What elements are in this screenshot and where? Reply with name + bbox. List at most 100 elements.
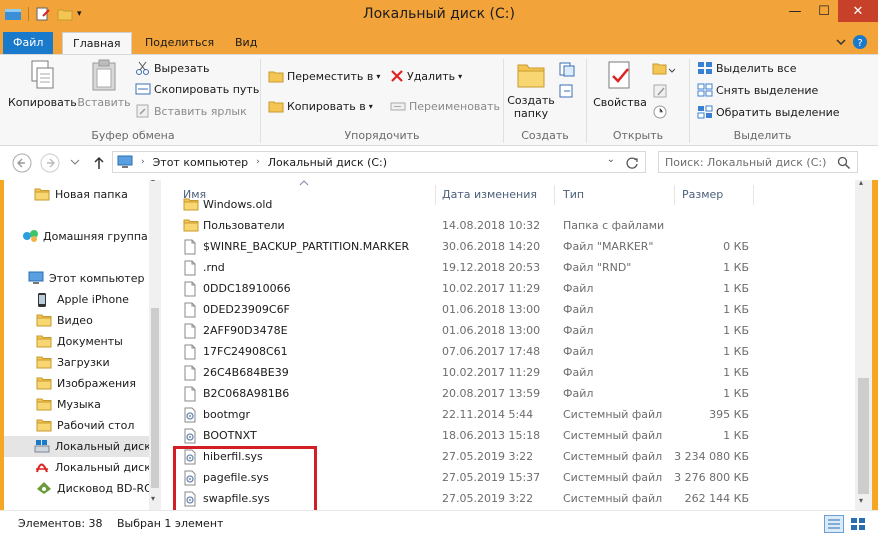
file-type: Файл xyxy=(563,303,594,316)
tab-view[interactable]: Вид xyxy=(225,32,267,54)
copy-path-button[interactable]: Скопировать путь xyxy=(135,82,259,96)
nav-pane-scrollbar[interactable]: ▴ ▾ xyxy=(149,180,161,510)
nav-item[interactable]: Документы xyxy=(4,331,149,352)
file-row[interactable]: .rnd 19.12.2018 20:53 Файл "RND" 1 КБ xyxy=(161,257,855,278)
minimize-button[interactable]: — xyxy=(780,0,810,22)
file-scroll-thumb[interactable] xyxy=(858,378,869,494)
back-arrow-icon[interactable] xyxy=(12,153,32,173)
file-row[interactable]: Пользователи 14.08.2018 10:32 Папка с файл… xyxy=(161,215,855,236)
nav-item[interactable]: Новая папка xyxy=(4,184,149,205)
ribbon: Копировать Вставить Вырезать Скопировать… xyxy=(0,54,878,146)
file-row[interactable]: BOOTNXT 18.06.2013 15:18 Системный файл 1 К… xyxy=(161,425,855,446)
file-row[interactable]: Windows.old xyxy=(161,194,855,215)
select-none-label: Снять выделение xyxy=(716,83,819,97)
file-type: Системный файл xyxy=(563,408,663,421)
move-to-button[interactable]: Переместить в ▾ xyxy=(268,69,380,83)
search-icon[interactable] xyxy=(837,156,851,170)
invert-selection-button[interactable]: Обратить выделение xyxy=(697,105,840,119)
scroll-down-icon[interactable]: ▾ xyxy=(859,496,863,505)
breadcrumb-this-pc[interactable]: Этот компьютер xyxy=(153,156,249,169)
file-row[interactable]: 0DED23909C6F 01.06.2018 13:00 Файл 1 КБ xyxy=(161,299,855,320)
file-name: $WINRE_BACKUP_PARTITION.MARKER xyxy=(203,240,410,253)
nav-item[interactable]: Домашняя группа xyxy=(4,226,149,247)
folder-icon xyxy=(36,376,52,393)
details-view-icon[interactable] xyxy=(824,515,844,533)
easy-access-icon[interactable] xyxy=(558,83,580,99)
cut-label: Вырезать xyxy=(154,61,210,75)
folder-icon xyxy=(36,397,52,414)
refresh-icon[interactable] xyxy=(625,156,639,170)
scroll-up-icon[interactable]: ▴ xyxy=(151,180,159,183)
new-folder-button[interactable]: Создать папку xyxy=(506,59,556,120)
file-row[interactable]: B2C068A981B6 20.08.2017 13:59 Файл 1 КБ xyxy=(161,383,855,404)
nav-item[interactable]: Видео xyxy=(4,310,149,331)
up-arrow-icon[interactable] xyxy=(92,155,106,171)
select-all-button[interactable]: Выделить все xyxy=(697,61,796,75)
file-row[interactable]: bootmgr 22.11.2014 5:44 Системный файл 395 … xyxy=(161,404,855,425)
address-bar[interactable]: › Этот компьютер › Локальный диск (C:) ⌄ xyxy=(112,151,646,173)
cut-button[interactable]: Вырезать xyxy=(135,61,209,75)
delete-button[interactable]: Удалить ▾ xyxy=(390,69,462,83)
close-button[interactable]: ✕ xyxy=(838,0,878,22)
folder-icon xyxy=(36,418,52,435)
help-icon[interactable]: ? xyxy=(852,34,868,50)
nav-item[interactable]: Загрузки xyxy=(4,352,149,373)
file-icon xyxy=(183,386,197,405)
status-bar: Элементов: 38 Выбран 1 элемент xyxy=(0,510,878,539)
new-item-icon[interactable] xyxy=(558,61,580,77)
edit-icon[interactable] xyxy=(652,83,670,99)
file-row[interactable]: 2AFF90D3478E 01.06.2018 13:00 Файл 1 КБ xyxy=(161,320,855,341)
file-size: 1 КБ xyxy=(723,282,749,295)
chevron-down-icon[interactable] xyxy=(834,36,848,48)
select-none-button[interactable]: Снять выделение xyxy=(697,83,818,97)
copy-to-button[interactable]: Копировать в ▾ xyxy=(268,99,373,113)
file-row[interactable]: $WINRE_BACKUP_PARTITION.MARKER 30.06.2018… xyxy=(161,236,855,257)
search-input[interactable]: Поиск: Локальный диск (C:) xyxy=(658,151,858,173)
nav-item[interactable]: Изображения xyxy=(4,373,149,394)
nav-item[interactable]: Локальный диск xyxy=(4,436,151,457)
nav-item-label: Домашняя группа xyxy=(43,230,148,243)
paste-shortcut-button[interactable]: Вставить ярлык xyxy=(135,104,247,118)
dropdown-arrow-icon: ▾ xyxy=(368,101,373,111)
tab-home[interactable]: Главная xyxy=(62,32,132,54)
nav-item[interactable]: Этот компьютер xyxy=(4,268,149,289)
nav-scroll-thumb[interactable] xyxy=(151,308,159,488)
nav-item-label: Загрузки xyxy=(57,356,110,369)
open-icon[interactable] xyxy=(652,61,682,77)
forward-arrow-icon[interactable] xyxy=(40,153,60,173)
large-icons-view-icon[interactable] xyxy=(848,515,868,533)
copy-button[interactable]: Копировать xyxy=(8,59,77,109)
scroll-up-icon[interactable]: ▴ xyxy=(859,178,863,187)
navigation-pane: Новая папка Домашняя группа Этот компьютер… xyxy=(4,180,161,510)
file-row[interactable]: 26C4B684BE39 10.02.2017 11:29 Файл 1 КБ xyxy=(161,362,855,383)
history-icon[interactable] xyxy=(652,104,670,120)
address-dropdown-icon[interactable]: ⌄ xyxy=(607,154,615,165)
paste-button[interactable]: Вставить xyxy=(76,59,132,109)
properties-icon xyxy=(608,61,630,89)
file-type: Файл xyxy=(563,366,594,379)
properties-button[interactable]: Свойства xyxy=(590,59,650,109)
breadcrumb-local-disk[interactable]: Локальный диск (C:) xyxy=(268,156,387,169)
nav-item[interactable]: Рабочий стол xyxy=(4,415,149,436)
maximize-button[interactable]: ☐ xyxy=(810,0,838,22)
paste-label: Вставить xyxy=(77,96,131,109)
nav-item-label: Дисковод BD-RO xyxy=(57,482,153,495)
file-date: 19.12.2018 20:53 xyxy=(442,261,541,274)
file-type: Системный файл xyxy=(563,471,663,484)
file-date: 01.06.2018 13:00 xyxy=(442,303,541,316)
tab-share[interactable]: Поделиться xyxy=(135,32,224,54)
tab-file[interactable]: Файл xyxy=(3,32,54,54)
file-type: Системный файл xyxy=(563,492,663,505)
rename-button[interactable]: Переименовать xyxy=(390,99,500,113)
nav-item[interactable]: Apple iPhone xyxy=(4,289,149,310)
file-row[interactable]: 17FC24908C61 07.06.2017 17:48 Файл 1 КБ xyxy=(161,341,855,362)
file-row[interactable]: 0DDC18910066 10.02.2017 11:29 Файл 1 КБ xyxy=(161,278,855,299)
file-list-scrollbar[interactable]: ▴ ▾ xyxy=(855,178,872,510)
select-all-icon xyxy=(698,62,712,74)
recent-locations-icon[interactable] xyxy=(70,158,80,166)
scroll-down-icon[interactable]: ▾ xyxy=(151,494,159,504)
file-icon xyxy=(183,323,197,342)
nav-item[interactable]: Дисковод BD-RO xyxy=(4,478,153,499)
nav-item[interactable]: Музыка xyxy=(4,394,149,415)
nav-item[interactable]: Локальный диск xyxy=(4,457,151,478)
